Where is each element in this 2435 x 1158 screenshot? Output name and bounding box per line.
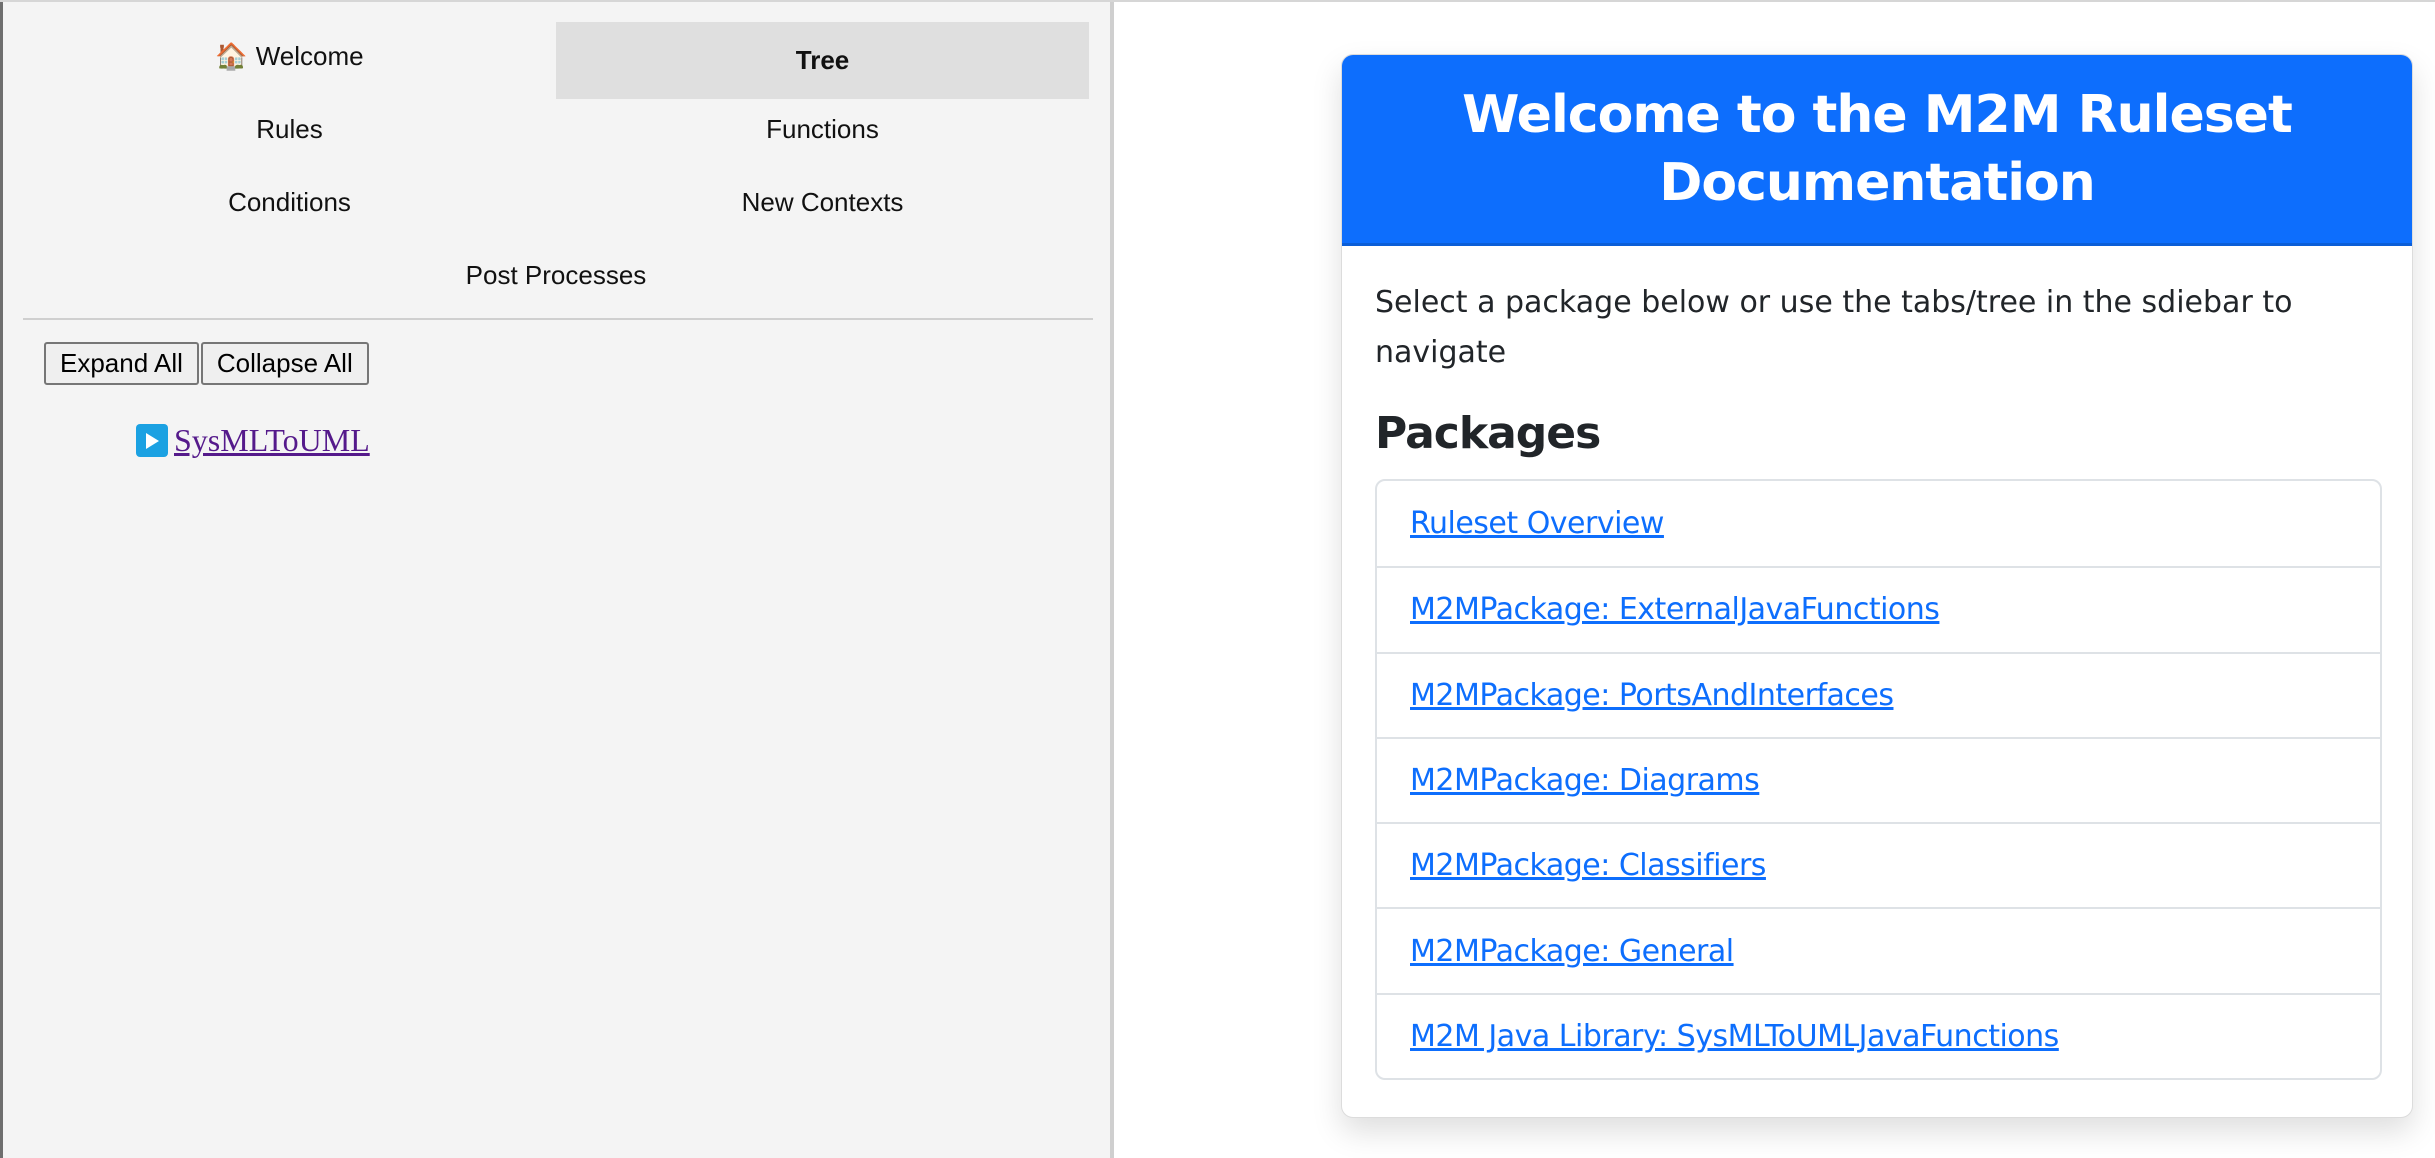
packages-heading: Packages — [1375, 408, 1601, 459]
tab-label: Rules — [256, 114, 323, 144]
tab-conditions[interactable]: Conditions — [23, 166, 556, 239]
list-item: M2M Java Library: SysMLToUMLJavaFunction… — [1377, 992, 2380, 1078]
package-link-diagrams[interactable]: M2MPackage: Diagrams — [1410, 763, 1760, 798]
tab-label: Tree — [795, 45, 850, 75]
tab-label: Conditions — [228, 187, 351, 217]
package-link-java-library[interactable]: M2M Java Library: SysMLToUMLJavaFunction… — [1410, 1019, 2059, 1054]
list-item: M2MPackage: General — [1377, 907, 2380, 992]
packages-list: Ruleset Overview M2MPackage: ExternalJav… — [1375, 479, 2382, 1081]
expand-all-button[interactable]: Expand All — [44, 342, 199, 385]
list-item: M2MPackage: ExternalJavaFunctions — [1377, 566, 2380, 651]
sidebar-tabs: 🏠 Welcome Tree Rules Functions Condition… — [23, 20, 1093, 312]
list-item: M2MPackage: Classifiers — [1377, 822, 2380, 907]
package-link-general[interactable]: M2MPackage: General — [1410, 934, 1734, 969]
package-link-ports-and-interfaces[interactable]: M2MPackage: PortsAndInterfaces — [1410, 678, 1894, 713]
collapse-all-button[interactable]: Collapse All — [200, 342, 369, 385]
package-link-external-java-functions[interactable]: M2MPackage: ExternalJavaFunctions — [1410, 592, 1940, 627]
sidebar: 🏠 Welcome Tree Rules Functions Condition… — [0, 2, 1114, 1158]
intro-text: Select a package below or use the tabs/t… — [1375, 285, 2293, 370]
tab-label: New Contexts — [741, 187, 904, 217]
tab-new-contexts[interactable]: New Contexts — [556, 166, 1089, 239]
list-item: Ruleset Overview — [1377, 481, 2380, 566]
tree-node-root: SysMLToUML — [136, 422, 370, 459]
tab-welcome[interactable]: 🏠 Welcome — [23, 20, 556, 93]
tab-functions[interactable]: Functions — [556, 93, 1089, 166]
tree-controls: Expand All Collapse All — [44, 342, 369, 385]
tab-post-processes[interactable]: Post Processes — [23, 239, 1089, 312]
tab-label: Functions — [766, 114, 879, 144]
list-item: M2MPackage: Diagrams — [1377, 736, 2380, 822]
tab-label: Post Processes — [465, 260, 647, 290]
package-link-classifiers[interactable]: M2MPackage: Classifiers — [1410, 848, 1766, 883]
welcome-card: Welcome to the M2M Ruleset Documentation… — [1341, 54, 2413, 1118]
package-link-ruleset-overview[interactable]: Ruleset Overview — [1410, 506, 1664, 541]
tree-node-link[interactable]: SysMLToUML — [174, 422, 370, 459]
card-body: Select a package below or use the tabs/t… — [1342, 246, 2412, 1081]
house-icon: 🏠 — [215, 41, 248, 71]
tab-rules[interactable]: Rules — [23, 93, 556, 166]
card-header: Welcome to the M2M Ruleset Documentation — [1342, 55, 2412, 246]
tab-label: Welcome — [255, 41, 364, 71]
play-triangle-icon[interactable] — [136, 424, 168, 457]
tab-tree[interactable]: Tree — [556, 22, 1089, 99]
list-item: M2MPackage: PortsAndInterfaces — [1377, 651, 2380, 737]
tabs-divider — [23, 318, 1093, 320]
page-title: Welcome to the M2M Ruleset Documentation — [1462, 85, 2293, 213]
